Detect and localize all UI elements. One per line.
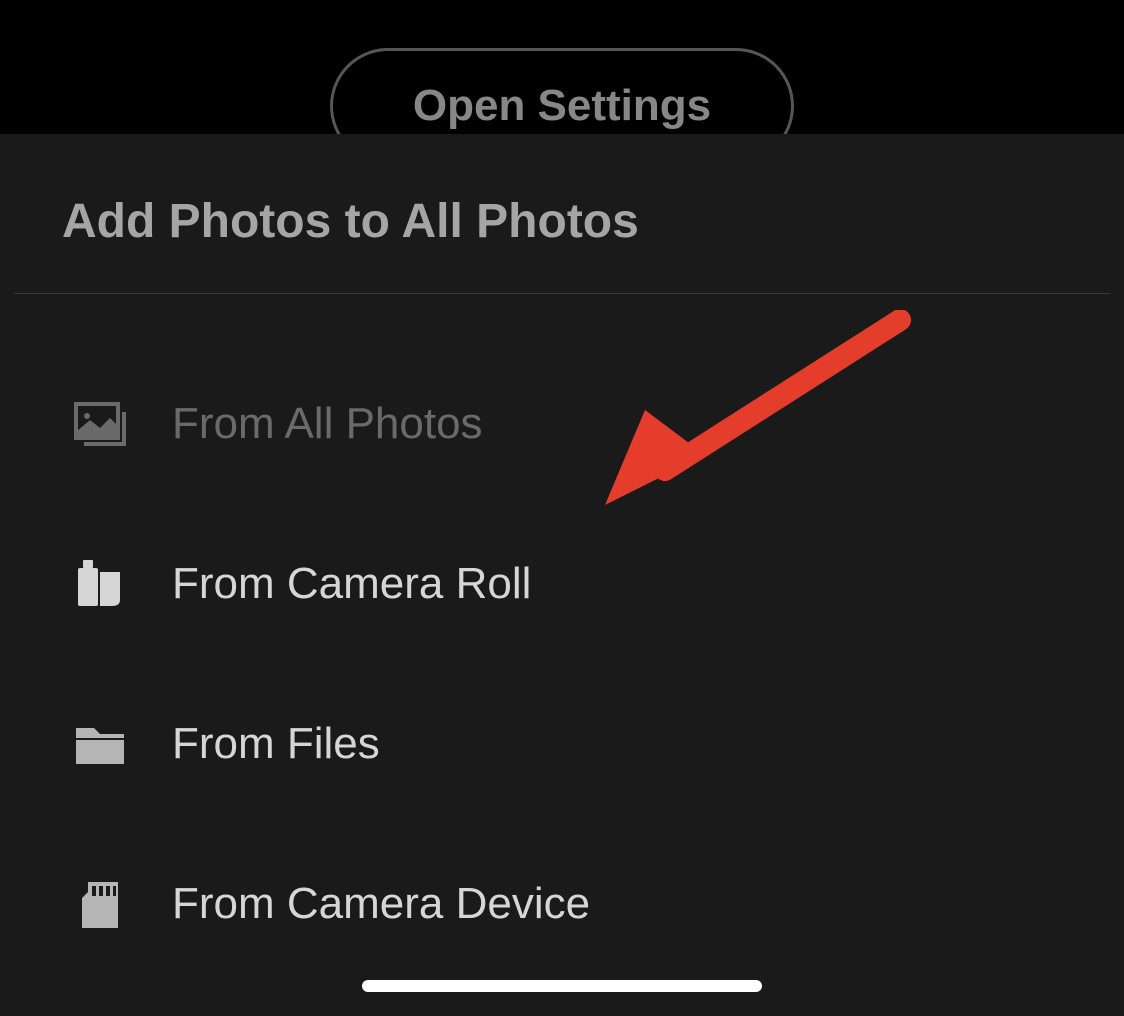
background-underlay: Open Settings: [0, 0, 1124, 134]
sheet-title: Add Photos to All Photos: [0, 134, 1124, 293]
home-indicator[interactable]: [362, 980, 762, 992]
option-from-camera-device[interactable]: From Camera Device: [0, 824, 1124, 984]
option-label: From All Photos: [172, 399, 483, 449]
option-from-all-photos: From All Photos: [0, 344, 1124, 504]
option-from-camera-roll[interactable]: From Camera Roll: [0, 504, 1124, 664]
folder-icon: [70, 714, 130, 774]
option-label: From Camera Device: [172, 879, 590, 929]
add-photos-sheet: Add Photos to All Photos From All Photos: [0, 134, 1124, 1016]
photo-library-icon: [70, 394, 130, 454]
options-list: From All Photos From Camera Roll From Fi…: [0, 294, 1124, 984]
option-label: From Files: [172, 719, 380, 769]
sd-card-icon: [70, 874, 130, 934]
camera-roll-icon: [70, 554, 130, 614]
option-from-files[interactable]: From Files: [0, 664, 1124, 824]
option-label: From Camera Roll: [172, 559, 531, 609]
